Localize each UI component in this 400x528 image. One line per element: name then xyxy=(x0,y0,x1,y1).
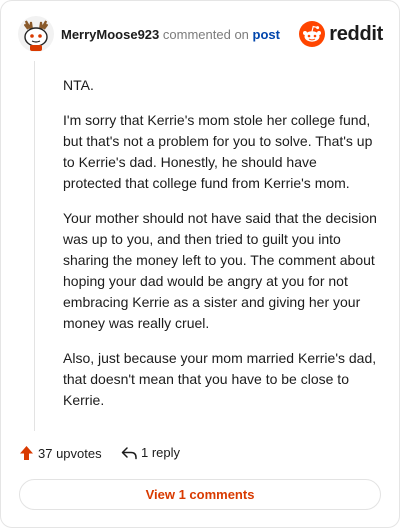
snoo-avatar-icon xyxy=(18,16,54,52)
comment-footer: 37 upvotes 1 reply xyxy=(19,445,381,465)
upvote-button[interactable]: 37 upvotes xyxy=(19,445,102,461)
reply-button[interactable]: 1 reply xyxy=(121,445,180,460)
brand-wordmark: reddit xyxy=(329,22,383,45)
comment-paragraph: Also, just because your mom married Kerr… xyxy=(63,350,377,408)
comment-card: MerryMoose923 commented on post reddit N… xyxy=(0,0,400,528)
post-link[interactable]: post xyxy=(253,27,280,42)
action-text: commented on xyxy=(162,27,249,42)
upvote-arrow-icon xyxy=(20,446,33,460)
comment-body: NTA. I'm sorry that Kerrie's mom stole h… xyxy=(63,75,379,425)
comment-header: MerryMoose923 commented on post reddit xyxy=(17,15,383,55)
view-comments-button[interactable]: View 1 comments xyxy=(19,479,381,510)
avatar[interactable] xyxy=(17,15,55,53)
upvote-count: 37 upvotes xyxy=(38,445,102,461)
comment-paragraph: NTA. xyxy=(63,77,94,93)
comment-paragraph: I'm sorry that Kerrie's mom stole her co… xyxy=(63,112,373,191)
comment-paragraph: Your mother should not have said that th… xyxy=(63,210,377,331)
reddit-logo-icon xyxy=(299,21,326,47)
thread-line xyxy=(34,61,35,431)
username[interactable]: MerryMoose923 xyxy=(61,27,159,42)
author-line: MerryMoose923 commented on post xyxy=(61,27,280,42)
reply-count: 1 reply xyxy=(141,445,181,460)
reply-arrow-icon xyxy=(121,446,137,459)
reddit-brand[interactable]: reddit xyxy=(299,19,383,49)
